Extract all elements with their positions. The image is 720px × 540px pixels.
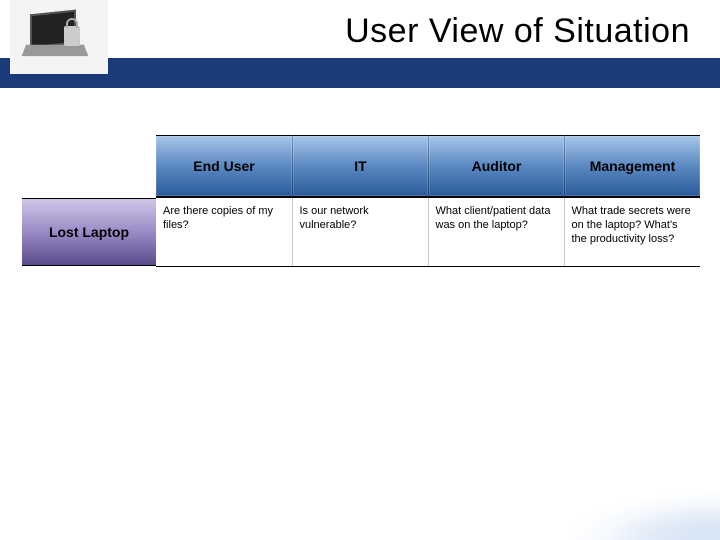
cell-text: Are there copies of my files? — [157, 199, 291, 265]
cell-end-user: Are there copies of my files? — [156, 198, 292, 267]
table-row: Lost Laptop Are there copies of my files… — [22, 198, 700, 267]
slide-header: User View of Situation — [0, 0, 720, 90]
cell-text: What client/patient data was on the lapt… — [430, 199, 563, 265]
column-header-it: IT — [292, 135, 428, 198]
cell-auditor: What client/patient data was on the lapt… — [428, 198, 564, 267]
cell-it: Is our network vulnerable? — [292, 198, 428, 267]
logo-image — [10, 0, 108, 74]
matrix-table: End User IT Auditor Management Lost Lapt… — [22, 135, 700, 267]
decorative-swoosh — [460, 420, 720, 540]
cell-management: What trade secrets were on the laptop? W… — [564, 198, 700, 267]
column-header-management: Management — [564, 135, 700, 198]
column-header-label: Management — [564, 135, 700, 197]
header-accent-bar — [0, 58, 720, 88]
column-header-end-user: End User — [156, 135, 292, 198]
laptop-lock-icon — [24, 12, 94, 62]
slide-title: User View of Situation — [345, 12, 690, 51]
cell-text: Is our network vulnerable? — [294, 199, 427, 265]
row-header-lost-laptop: Lost Laptop — [22, 198, 156, 267]
column-header-label: End User — [156, 135, 292, 197]
cell-text: What trade secrets were on the laptop? W… — [566, 199, 700, 265]
column-header-auditor: Auditor — [428, 135, 564, 198]
column-header-label: IT — [292, 135, 428, 197]
table-corner — [22, 135, 156, 198]
row-header-label: Lost Laptop — [22, 198, 156, 266]
column-header-label: Auditor — [428, 135, 564, 197]
